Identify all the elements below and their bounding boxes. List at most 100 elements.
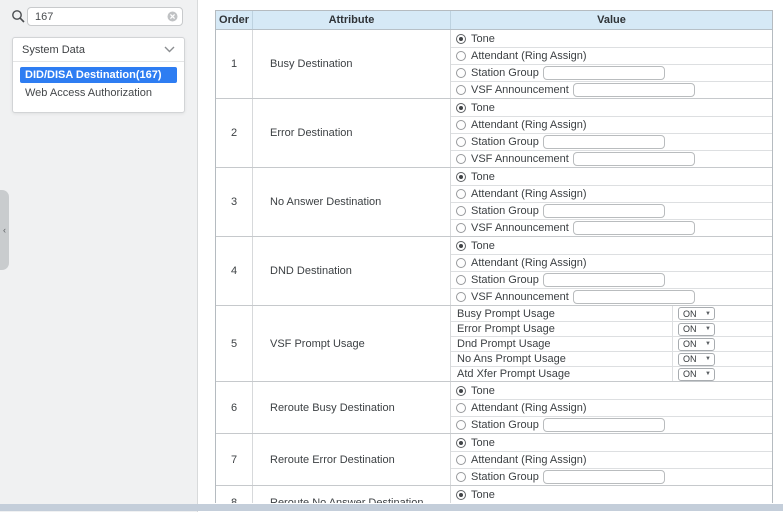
tone-radio[interactable] — [456, 386, 466, 396]
value-option-row: Tone — [451, 99, 772, 116]
value-cell: Tone Attendant (Ring Assign) Station Group — [451, 382, 772, 433]
select-value: ON — [683, 354, 697, 364]
tone-radio[interactable] — [456, 438, 466, 448]
station-group-input[interactable] — [543, 418, 665, 432]
vsf-announcement-radio[interactable] — [456, 154, 466, 164]
option-label: Tone — [471, 102, 495, 114]
value-cell: Tone Attendant (Ring Assign) Station Group… — [451, 99, 772, 167]
search-input[interactable] — [27, 7, 183, 26]
atd-xfer-prompt-usage-select[interactable]: ON▼ — [678, 368, 715, 381]
attribute-cell: Reroute Busy Destination — [253, 382, 451, 433]
chevron-left-icon: ‹ — [3, 225, 6, 235]
value-option-row: Attendant (Ring Assign) — [451, 399, 772, 416]
attribute-cell: DND Destination — [253, 237, 451, 305]
attendant-ring-assign-radio[interactable] — [456, 258, 466, 268]
value-option-row: Tone — [451, 168, 772, 185]
sidebar-item-web-access-authorization[interactable]: Web Access Authorization — [20, 85, 177, 101]
select-option-label-cell: Dnd Prompt Usage — [451, 337, 673, 351]
attribute-cell: Error Destination — [253, 99, 451, 167]
order-cell: 8 — [216, 486, 253, 503]
station-group-radio[interactable] — [456, 275, 466, 285]
horizontal-scrollbar[interactable] — [0, 504, 783, 511]
value-option-row: Attendant (Ring Assign) — [451, 116, 772, 133]
value-option-row: Station Group — [451, 64, 772, 81]
sidebar-collapse-handle[interactable]: ‹ — [0, 190, 9, 270]
station-group-radio[interactable] — [456, 68, 466, 78]
no-ans-prompt-usage-select[interactable]: ON▼ — [678, 353, 715, 366]
system-data-dropdown[interactable]: System Data — [13, 38, 184, 62]
sidebar-item-did-disa-destination-167[interactable]: DID/DISA Destination(167) — [20, 67, 177, 83]
tone-radio[interactable] — [456, 103, 466, 113]
select-caret-icon: ▼ — [705, 341, 711, 347]
attendant-ring-assign-radio[interactable] — [456, 120, 466, 130]
table-row: 3No Answer DestinationToneAttendant (Rin… — [216, 167, 772, 236]
value-option-row: Atd Xfer Prompt Usage ON▼ — [451, 366, 772, 381]
attendant-ring-assign-radio[interactable] — [456, 189, 466, 199]
option-label: Busy Prompt Usage — [457, 308, 555, 320]
option-label: Tone — [471, 385, 495, 397]
tone-radio[interactable] — [456, 172, 466, 182]
table-row: 8Reroute No Answer DestinationToneAttend… — [216, 485, 772, 503]
station-group-input[interactable] — [543, 135, 665, 149]
attendant-ring-assign-radio[interactable] — [456, 455, 466, 465]
select-option-label-cell: Atd Xfer Prompt Usage — [451, 367, 673, 381]
select-value: ON — [683, 309, 697, 319]
station-group-input[interactable] — [543, 470, 665, 484]
station-group-radio[interactable] — [456, 472, 466, 482]
busy-prompt-usage-select[interactable]: ON▼ — [678, 307, 715, 320]
station-group-input[interactable] — [543, 204, 665, 218]
station-group-radio[interactable] — [456, 206, 466, 216]
attendant-ring-assign-radio[interactable] — [456, 403, 466, 413]
station-group-input[interactable] — [543, 273, 665, 287]
table-row: 2Error DestinationToneAttendant (Ring As… — [216, 98, 772, 167]
tone-radio[interactable] — [456, 490, 466, 500]
vsf-announcement-input[interactable] — [573, 83, 695, 97]
option-label: Station Group — [471, 136, 539, 148]
value-option-row: Error Prompt Usage ON▼ — [451, 321, 772, 336]
vsf-announcement-input[interactable] — [573, 290, 695, 304]
value-option-row: VSF Announcement — [451, 288, 772, 305]
sidebar-menu: DID/DISA Destination(167) Web Access Auth… — [13, 62, 184, 101]
tone-radio[interactable] — [456, 241, 466, 251]
value-option-row: Station Group — [451, 133, 772, 150]
value-cell: ToneAttendant (Ring Assign)Station Group — [451, 434, 772, 485]
value-cell: ToneAttendant (Ring Assign) — [451, 486, 772, 503]
vsf-announcement-input[interactable] — [573, 152, 695, 166]
order-cell: 5 — [216, 306, 253, 381]
vsf-announcement-input[interactable] — [573, 221, 695, 235]
option-label: Station Group — [471, 274, 539, 286]
select-value: ON — [683, 339, 697, 349]
system-data-label: System Data — [22, 44, 85, 56]
attendant-ring-assign-radio[interactable] — [456, 51, 466, 61]
option-label: Station Group — [471, 205, 539, 217]
option-label: Tone — [471, 171, 495, 183]
option-label: Attendant (Ring Assign) — [471, 402, 587, 414]
option-label: Tone — [471, 33, 495, 45]
value-option-row: Attendant (Ring Assign) — [451, 47, 772, 64]
tone-radio[interactable] — [456, 34, 466, 44]
option-label: Station Group — [471, 67, 539, 79]
column-header-attribute: Attribute — [253, 11, 451, 29]
vsf-announcement-radio[interactable] — [456, 292, 466, 302]
value-option-row: VSF Announcement — [451, 150, 772, 167]
value-option-row: Busy Prompt Usage ON▼ — [451, 306, 772, 321]
order-cell: 7 — [216, 434, 253, 485]
select-option-label-cell: Error Prompt Usage — [451, 322, 673, 336]
main-content: Order Attribute Value 1Busy DestinationT… — [198, 0, 783, 503]
value-option-row: Station Group — [451, 416, 772, 433]
station-group-radio[interactable] — [456, 420, 466, 430]
vsf-announcement-radio[interactable] — [456, 223, 466, 233]
dnd-prompt-usage-select[interactable]: ON ▼ — [678, 338, 715, 351]
select-caret-icon: ▼ — [705, 371, 711, 377]
option-label: Attendant (Ring Assign) — [471, 454, 587, 466]
station-group-input[interactable] — [543, 66, 665, 80]
vsf-announcement-radio[interactable] — [456, 85, 466, 95]
table-body: 1Busy DestinationToneAttendant (Ring Ass… — [216, 30, 772, 503]
error-prompt-usage-select[interactable]: ON▼ — [678, 323, 715, 336]
select-value: ON — [683, 324, 697, 334]
clear-search-icon[interactable] — [167, 11, 178, 22]
value-option-row: Station Group — [451, 468, 772, 485]
value-option-row: Attendant (Ring Assign) — [451, 185, 772, 202]
column-header-value: Value — [451, 11, 772, 29]
station-group-radio[interactable] — [456, 137, 466, 147]
